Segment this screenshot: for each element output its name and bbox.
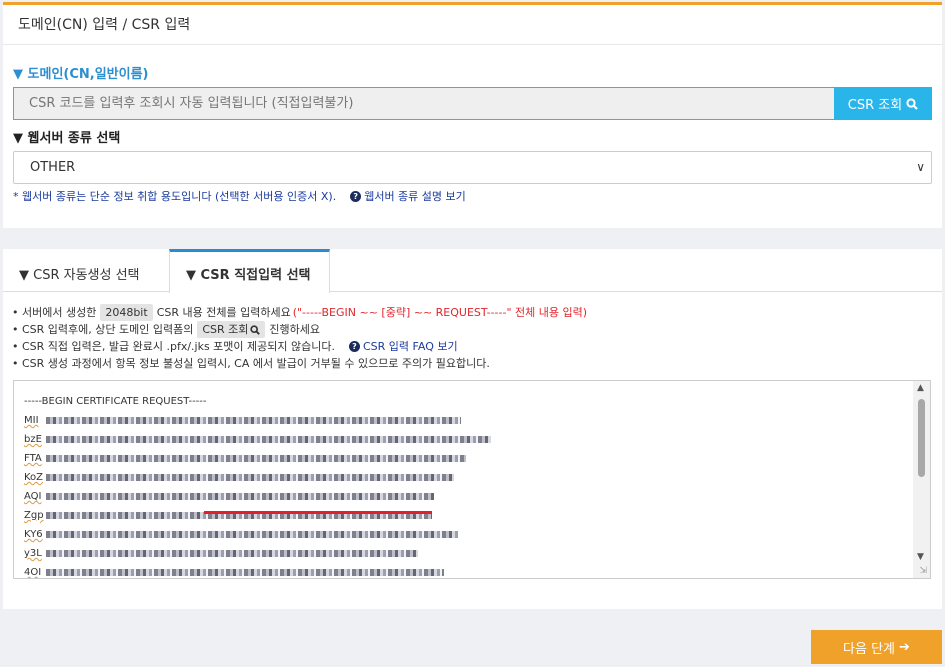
next-step-button[interactable]: 다음 단계 ➔ [811,630,942,664]
csr-data-line: y3L [24,544,491,563]
csr-content: -----BEGIN CERTIFICATE REQUEST----- MII … [24,392,491,578]
instruction-text: • CSR 생성 과정에서 항목 정보 불성실 입력시, CA 에서 발급이 거… [12,357,490,370]
scrollbar-thumb[interactable] [918,399,925,477]
csr-data-line: 4OI [24,563,491,578]
csr-line-prefix: KoZ [24,472,44,483]
redacted-text [46,474,454,481]
scroll-up-arrow-icon[interactable]: ▲ [917,383,924,393]
csr-line-prefix: 4OI [24,567,42,578]
search-icon [906,97,918,110]
csr-lookup-badge: CSR 조회 [197,321,266,338]
csr-data-line: Zgp [24,506,491,525]
domain-input-row: CSR 조회 [13,87,932,120]
instruction-line: • CSR 생성 과정에서 항목 정보 불성실 입력시, CA 에서 발급이 거… [12,355,587,372]
redacted-text [46,569,444,576]
csr-faq-label: CSR 입력 FAQ 보기 [363,340,458,353]
webserver-section-title: ▼ 웹서버 종류 선택 [13,131,121,146]
csr-line-prefix: Zgp [24,510,44,521]
redacted-text [46,531,458,538]
csr-line-prefix: AQI [24,491,42,502]
tab-csr-auto-generate[interactable]: ▼ CSR 자동생성 선택 [3,249,168,292]
domain-input-panel: 도메인(CN) 입력 / CSR 입력 ▼ 도메인(CN,일반이름) CSR 조… [3,2,942,228]
csr-line-prefix: y3L [24,548,42,559]
csr-lookup-label: CSR 조회 [847,98,903,113]
csr-data-line: bzE [24,430,491,449]
csr-tabs: ▼ CSR 자동생성 선택 ▼ CSR 직접입력 선택 [3,249,942,293]
csr-textarea[interactable]: -----BEGIN CERTIFICATE REQUEST----- MII … [13,380,931,579]
redacted-text [46,417,461,424]
question-icon: ? [350,190,362,202]
redacted-text [46,493,434,500]
arrow-right-icon: ➔ [899,639,910,655]
instruction-warning: ("-----BEGIN ~~ [중략] ~~ REQUEST-----" 전체… [292,306,588,319]
csr-data-line: KoZ [24,468,491,487]
csr-faq-link[interactable]: ? CSR 입력 FAQ 보기 [349,338,458,355]
instruction-line: • 서버에서 생성한 2048bit CSR 내용 전체를 입력하세요 ("--… [12,304,587,321]
scroll-down-arrow-icon[interactable]: ▼ [917,552,924,562]
bit-size-badge: 2048bit [100,304,153,321]
csr-line-prefix: bzE [24,434,42,445]
domain-cn-input[interactable] [13,87,834,120]
next-step-label: 다음 단계 [843,641,896,657]
question-icon: ? [349,341,360,352]
webserver-help-link[interactable]: ? 웹서버 종류 설명 보기 [350,188,466,204]
resize-grip-icon[interactable]: ⇲ [919,566,927,576]
webserver-selected-value: OTHER [30,160,76,175]
webserver-note-text: * 웹서버 종류는 단순 정보 취합 용도입니다 (선택한 서버용 인증서 X)… [13,190,337,203]
search-icon [250,324,261,335]
csr-data-line: FTA [24,449,491,468]
panel-title: 도메인(CN) 입력 / CSR 입력 [3,5,942,45]
webserver-help-label: 웹서버 종류 설명 보기 [364,190,466,203]
csr-instructions: • 서버에서 생성한 2048bit CSR 내용 전체를 입력하세요 ("--… [12,304,587,372]
instruction-line: • CSR 입력후에, 상단 도메인 입력폼의 CSR 조회 진행하세요 [12,321,587,338]
webserver-select[interactable]: OTHER ∨ [13,151,932,184]
csr-line-prefix: KY6 [24,529,43,540]
redacted-text [46,550,418,557]
csr-lookup-button[interactable]: CSR 조회 [834,87,932,120]
domain-section-title: ▼ 도메인(CN,일반이름) [13,67,149,82]
csr-input-panel: ▼ CSR 자동생성 선택 ▼ CSR 직접입력 선택 • 서버에서 생성한 2… [3,249,942,609]
red-underline-annotation [204,511,432,514]
chevron-down-icon: ∨ [916,160,925,174]
csr-data-line: KY6 [24,525,491,544]
instruction-text: 진행하세요 [269,323,320,336]
instruction-line: • CSR 직접 입력은, 발급 완료시 .pfx/.jks 포맷이 제공되지 … [12,338,587,355]
instruction-text: CSR 내용 전체를 입력하세요 [156,306,291,319]
csr-line-prefix: FTA [24,453,42,464]
csr-begin-line: -----BEGIN CERTIFICATE REQUEST----- [24,396,207,407]
csr-data-line: AQI [24,487,491,506]
textarea-scrollbar[interactable]: ▲ ▼ [913,381,930,578]
instruction-text: • 서버에서 생성한 [12,306,97,319]
csr-data-line: MII [24,411,491,430]
instruction-text: • CSR 입력후에, 상단 도메인 입력폼의 [12,323,194,336]
redacted-text [46,455,466,462]
webserver-note: * 웹서버 종류는 단순 정보 취합 용도입니다 (선택한 서버용 인증서 X)… [13,188,466,204]
csr-lookup-badge-label: CSR 조회 [202,323,249,336]
tab-csr-direct-input[interactable]: ▼ CSR 직접입력 선택 [169,249,330,293]
instruction-text: • CSR 직접 입력은, 발급 완료시 .pfx/.jks 포맷이 제공되지 … [12,340,335,353]
csr-line-prefix: MII [24,415,39,426]
redacted-text [46,436,491,443]
